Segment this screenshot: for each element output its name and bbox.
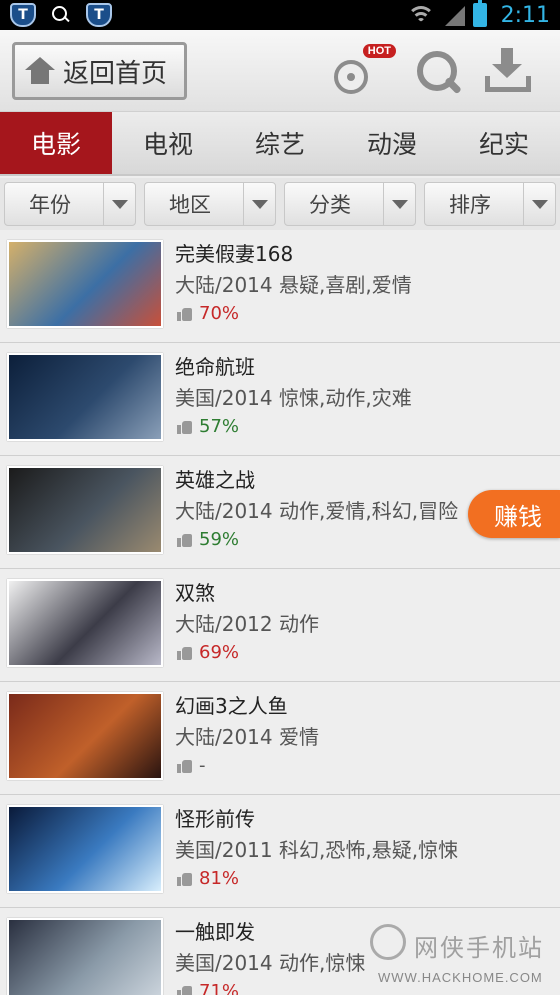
rating-value: 81% bbox=[199, 868, 240, 889]
status-time: 2:11 bbox=[500, 2, 550, 28]
chevron-down-icon bbox=[111, 199, 128, 209]
tab-anime[interactable]: 动漫 bbox=[336, 112, 448, 174]
thumbs-up-icon bbox=[177, 645, 193, 660]
movie-rating: 59% bbox=[177, 529, 239, 550]
filter-region-dropdown[interactable]: 地区 bbox=[144, 182, 276, 226]
movie-title: 英雄之战 bbox=[175, 468, 255, 492]
movie-title: 绝命航班 bbox=[175, 355, 255, 379]
movie-poster bbox=[7, 692, 163, 780]
movie-poster bbox=[7, 240, 163, 328]
film-reel-icon bbox=[334, 60, 368, 94]
movie-rating: 69% bbox=[177, 642, 239, 663]
battery-icon bbox=[472, 0, 487, 27]
tab-variety[interactable]: 综艺 bbox=[224, 112, 336, 174]
back-home-label: 返回首页 bbox=[63, 58, 168, 89]
thumbs-up-icon bbox=[177, 984, 193, 995]
movie-rating: - bbox=[177, 755, 206, 776]
tab-tv[interactable]: 电视 bbox=[112, 112, 224, 174]
movie-rating: 81% bbox=[177, 868, 239, 889]
filter-sort-label: 排序 bbox=[449, 193, 491, 217]
thumbs-up-icon bbox=[177, 532, 193, 547]
earn-money-button[interactable]: 赚钱 bbox=[468, 490, 560, 538]
movie-poster bbox=[7, 353, 163, 441]
thumbs-up-icon bbox=[177, 419, 193, 434]
thumbs-up-icon bbox=[177, 758, 193, 773]
rating-value: 70% bbox=[199, 303, 240, 324]
home-icon bbox=[25, 57, 55, 85]
movie-meta: 美国/2011 科幻,恐怖,悬疑,惊悚 bbox=[175, 838, 459, 862]
filter-category-label: 分类 bbox=[309, 193, 351, 217]
filter-year-dropdown[interactable]: 年份 bbox=[4, 182, 136, 226]
movie-rating: 57% bbox=[177, 416, 239, 437]
chevron-down-icon bbox=[251, 199, 268, 209]
movie-title: 完美假妻168 bbox=[175, 242, 294, 266]
wifi-icon bbox=[406, 4, 435, 26]
search-notification-icon bbox=[50, 4, 72, 26]
filter-year-label: 年份 bbox=[29, 193, 71, 217]
search-icon[interactable] bbox=[414, 48, 462, 96]
tab-documentary[interactable]: 纪实 bbox=[448, 112, 560, 174]
movie-poster bbox=[7, 579, 163, 667]
hot-badge: HOT bbox=[362, 44, 396, 58]
back-home-button[interactable]: 返回首页 bbox=[12, 42, 187, 100]
movie-rating: 71% bbox=[177, 981, 239, 995]
movie-meta: 美国/2014 惊悚,动作,灾难 bbox=[175, 386, 412, 410]
filter-region-label: 地区 bbox=[169, 193, 211, 217]
app-header: 返回首页 HOT bbox=[0, 30, 560, 112]
chevron-down-icon bbox=[391, 199, 408, 209]
rating-value: 69% bbox=[199, 642, 240, 663]
hot-button[interactable]: HOT bbox=[326, 44, 396, 98]
filter-sort-dropdown[interactable]: 排序 bbox=[424, 182, 556, 226]
movie-list: 完美假妻168 大陆/2014 悬疑,喜剧,爱情 70% 绝命航班 美国/201… bbox=[0, 230, 560, 995]
tab-movies[interactable]: 电影 bbox=[0, 112, 112, 174]
movie-title: 一触即发 bbox=[175, 920, 255, 944]
download-icon[interactable] bbox=[483, 46, 533, 96]
movie-meta: 大陆/2012 动作 bbox=[175, 612, 319, 636]
shield-app-icon-2: T bbox=[86, 3, 112, 27]
chevron-down-icon bbox=[531, 199, 548, 209]
category-tabs: 电影 电视 综艺 动漫 纪实 bbox=[0, 112, 560, 176]
movie-title: 幻画3之人鱼 bbox=[175, 694, 288, 718]
list-item[interactable]: 绝命航班 美国/2014 惊悚,动作,灾难 57% bbox=[0, 343, 560, 456]
rating-value: 57% bbox=[199, 416, 240, 437]
list-item[interactable]: 幻画3之人鱼 大陆/2014 爱情 - bbox=[0, 682, 560, 795]
list-item[interactable]: 双煞 大陆/2012 动作 69% bbox=[0, 569, 560, 682]
movie-meta: 大陆/2014 动作,爱情,科幻,冒险 bbox=[175, 499, 459, 523]
movie-title: 怪形前传 bbox=[175, 807, 255, 831]
filter-bar: 年份 地区 分类 排序 bbox=[0, 178, 560, 230]
movie-poster bbox=[7, 918, 163, 995]
movie-title: 双煞 bbox=[175, 581, 215, 605]
movie-poster bbox=[7, 466, 163, 554]
signal-icon bbox=[443, 4, 465, 26]
movie-meta: 美国/2014 动作,惊悚 bbox=[175, 951, 366, 975]
list-item[interactable]: 完美假妻168 大陆/2014 悬疑,喜剧,爱情 70% bbox=[0, 230, 560, 343]
movie-rating: 70% bbox=[177, 303, 239, 324]
status-bar: T T 2:11 bbox=[0, 0, 560, 30]
rating-value: - bbox=[199, 755, 206, 776]
filter-category-dropdown[interactable]: 分类 bbox=[284, 182, 416, 226]
movie-poster bbox=[7, 805, 163, 893]
rating-value: 59% bbox=[199, 529, 240, 550]
movie-meta: 大陆/2014 爱情 bbox=[175, 725, 319, 749]
thumbs-up-icon bbox=[177, 306, 193, 321]
list-item[interactable]: 怪形前传 美国/2011 科幻,恐怖,悬疑,惊悚 81% bbox=[0, 795, 560, 908]
list-item[interactable]: 一触即发 美国/2014 动作,惊悚 71% bbox=[0, 908, 560, 995]
rating-value: 71% bbox=[199, 981, 240, 995]
thumbs-up-icon bbox=[177, 871, 193, 886]
movie-meta: 大陆/2014 悬疑,喜剧,爱情 bbox=[175, 273, 412, 297]
shield-app-icon: T bbox=[10, 3, 36, 27]
